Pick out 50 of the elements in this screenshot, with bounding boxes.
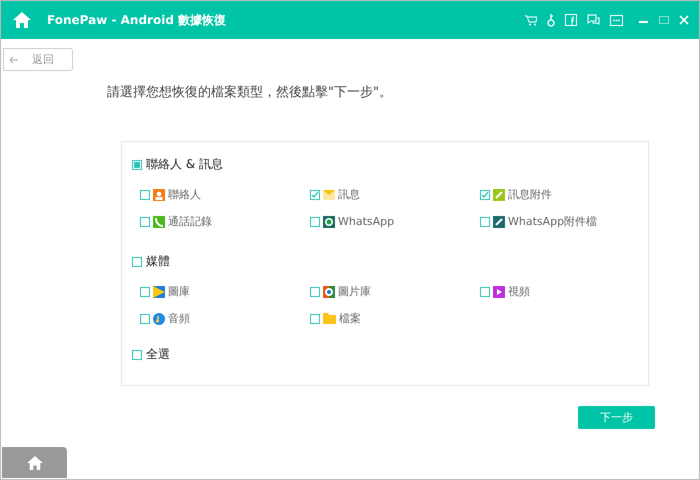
next-button[interactable]: 下一步	[578, 406, 655, 429]
arrow-left-icon	[10, 56, 18, 62]
file-type-label: 音頻	[168, 311, 190, 326]
close-icon[interactable]	[679, 15, 689, 25]
file-type-label: 圖片庫	[338, 284, 371, 299]
instruction-text: 請選擇您想恢復的檔案類型，然後點擊"下一步"。	[107, 84, 393, 101]
envelope-icon	[323, 190, 335, 200]
home-icon	[26, 456, 42, 470]
checkbox[interactable]	[132, 350, 142, 360]
checkbox[interactable]	[310, 314, 320, 324]
file-type-label: 視頻	[508, 284, 530, 299]
checkbox[interactable]	[140, 314, 150, 324]
file-type-label: WhatsApp	[338, 215, 394, 228]
play-icon	[493, 286, 505, 298]
phone-icon	[153, 216, 165, 228]
window-title: FonePaw - Android 數據恢復	[47, 12, 228, 28]
checkbox[interactable]	[132, 256, 142, 266]
music-note-icon	[153, 312, 165, 324]
maximize-icon[interactable]	[659, 16, 669, 24]
file-type-label: 圖庫	[168, 284, 190, 299]
file-type-label: WhatsApp附件檔	[508, 214, 598, 229]
checkbox[interactable]	[140, 190, 150, 200]
group-label: 聯絡人 & 訊息	[146, 156, 223, 173]
file-type-label: 訊息	[338, 187, 360, 202]
facebook-icon[interactable]	[565, 14, 577, 26]
cart-icon[interactable]	[525, 14, 537, 26]
file-type-label: 檔案	[339, 311, 361, 326]
checkbox[interactable]	[140, 216, 150, 226]
group-label: 媒體	[146, 253, 170, 270]
picture-icon	[323, 286, 335, 298]
home-icon[interactable]	[13, 12, 31, 28]
checkbox[interactable]	[310, 286, 320, 296]
back-button[interactable]: 返回	[3, 48, 73, 71]
key-icon[interactable]	[547, 14, 555, 26]
person-icon	[153, 188, 165, 200]
file-type-label: 訊息附件	[508, 187, 552, 202]
select-all-label: 全選	[146, 346, 170, 363]
folder-icon	[323, 313, 336, 324]
checkbox[interactable]	[310, 216, 320, 226]
file-type-label: 聯絡人	[168, 187, 201, 202]
checkbox[interactable]	[480, 190, 490, 200]
checkbox[interactable]	[480, 286, 490, 296]
home-tab[interactable]	[2, 447, 67, 478]
checkbox[interactable]	[140, 286, 150, 296]
checkbox[interactable]	[480, 216, 490, 226]
file-type-label: 通話記錄	[168, 214, 212, 229]
checkbox[interactable]	[132, 160, 142, 170]
gallery-icon	[153, 286, 165, 298]
checkbox[interactable]	[310, 190, 320, 200]
more-icon[interactable]	[610, 14, 623, 26]
